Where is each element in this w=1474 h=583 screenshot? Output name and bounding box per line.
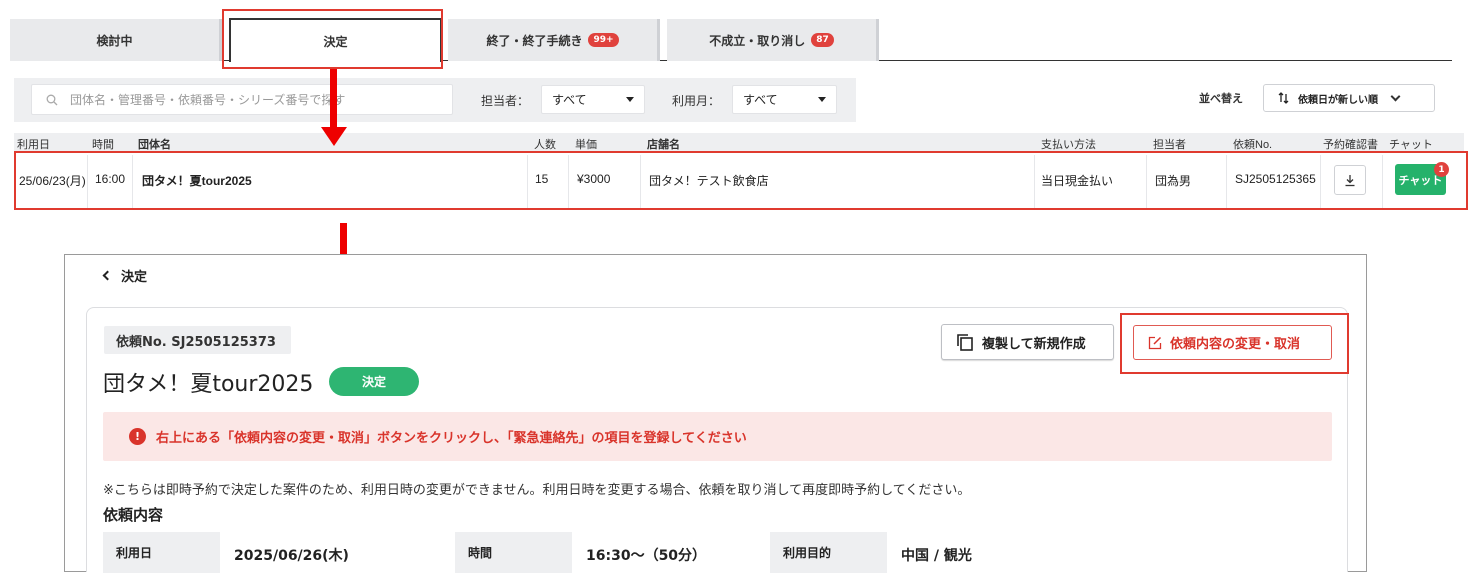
header-price: 単価 [575, 139, 597, 151]
dropdown-arrow-icon [818, 97, 826, 102]
duplicate-label: 複製して新規作成 [982, 336, 1086, 352]
dropdown-arrow-icon [626, 97, 634, 102]
annotation-box-edit [1120, 313, 1349, 374]
header-chat: チャット [1389, 139, 1433, 151]
month-value: すべて [743, 93, 778, 107]
assignee-select[interactable]: すべて [541, 85, 645, 114]
search-input[interactable] [70, 92, 440, 107]
search-box[interactable] [31, 84, 453, 115]
info-label-text: 利用日 [116, 546, 153, 560]
back-label: 決定 [121, 270, 148, 285]
search-icon [46, 94, 58, 105]
assignee-label: 担当者： [481, 94, 530, 108]
chevron-left-icon [102, 270, 113, 281]
page-title: 団タメ！夏tour2025 [103, 372, 314, 397]
header-store: 店舗名 [647, 139, 680, 151]
sort-label: 並べ替え [1199, 92, 1243, 105]
tab-under-review[interactable]: 検討中 [10, 19, 222, 61]
info-label-text: 利用目的 [783, 546, 832, 560]
header-confirmation: 予約確認書 [1323, 139, 1378, 151]
request-number: 依頼No. SJ2505125373 [104, 326, 291, 354]
section-title: 依頼内容 [103, 506, 164, 524]
tab-label: 検討中 [96, 33, 133, 48]
chevron-down-icon [1390, 91, 1401, 101]
sort-select[interactable]: 依頼日が新しい順 [1263, 84, 1435, 112]
info-label-date: 利用日 [103, 532, 220, 573]
annotation-arrow-head [321, 127, 347, 146]
count-badge: 99+ [588, 33, 619, 47]
sort-arrows-icon [1278, 92, 1289, 104]
info-label-time: 時間 [455, 532, 572, 573]
tab-label: 不成立・取り消し [709, 33, 806, 48]
tab-label: 終了・終了手続き [486, 33, 583, 48]
header-date: 利用日 [17, 139, 50, 151]
header-payment: 支払い方法 [1041, 139, 1096, 151]
alert-banner: ! 右上にある「依頼内容の変更・取消」ボタンをクリックし、「緊急連絡先」の項目を… [103, 412, 1332, 461]
copy-icon [957, 333, 973, 351]
count-badge: 87 [811, 33, 834, 47]
info-value-date: 2025/06/26(木) [234, 548, 349, 564]
annotation-arrow-shaft [330, 69, 337, 129]
month-label: 利用月： [672, 94, 721, 108]
back-link[interactable]: 決定 [102, 266, 148, 285]
alert-text: 右上にある「依頼内容の変更・取消」ボタンをクリックし、「緊急連絡先」の項目を登録… [156, 431, 747, 446]
tab-cancelled[interactable]: 不成立・取り消し 87 [667, 19, 879, 61]
duplicate-button[interactable]: 複製して新規作成 [941, 324, 1114, 360]
annotation-box-row [14, 151, 1468, 210]
sort-value: 依頼日が新しい順 [1298, 94, 1378, 106]
status-label: 決定 [361, 375, 386, 389]
info-label-purpose: 利用目的 [770, 532, 887, 573]
alert-icon: ! [129, 428, 146, 445]
annotation-box-tab [222, 9, 443, 69]
tab-finished[interactable]: 終了・終了手続き 99+ [448, 19, 660, 61]
header-group: 団体名 [138, 139, 171, 151]
header-assignee: 担当者 [1153, 139, 1186, 151]
header-request-no: 依頼No. [1233, 139, 1273, 151]
info-label-text: 時間 [468, 546, 493, 560]
status-badge: 決定 [329, 367, 419, 396]
assignee-value: すべて [552, 93, 587, 107]
info-value-purpose: 中国 / 観光 [901, 548, 972, 564]
info-value-time: 16:30〜（50分） [586, 548, 707, 564]
header-time: 時間 [92, 139, 114, 151]
header-people: 人数 [534, 139, 556, 151]
month-select[interactable]: すべて [732, 85, 837, 114]
notice-text: ※こちらは即時予約で決定した案件のため、利用日時の変更ができません。利用日時を変… [103, 483, 971, 498]
